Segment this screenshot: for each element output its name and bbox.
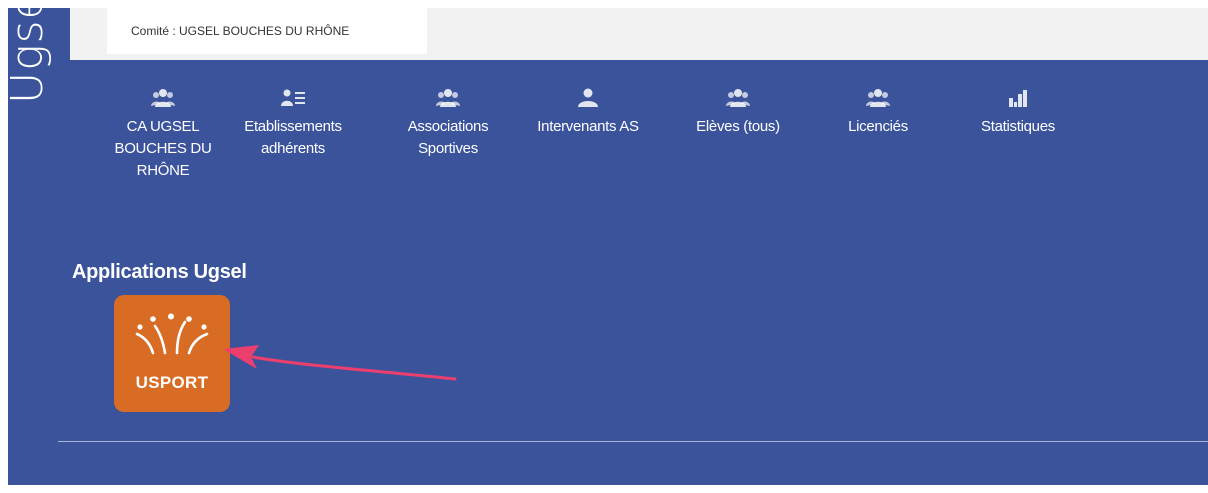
applications-title: Applications Ugsel <box>72 261 247 283</box>
group-icon <box>726 89 750 107</box>
usport-logo-icon <box>135 313 209 355</box>
nav-label-line: Elèves (tous) <box>696 118 780 135</box>
nav-label-line: Intervenants AS <box>537 118 639 135</box>
user-icon <box>578 88 598 107</box>
usport-app-label: USPORT <box>135 373 209 392</box>
main-nav: CA UGSEL BOUCHES DU RHÔNE Etablissements… <box>8 88 1208 218</box>
committee-label: Comité : UGSEL BOUCHES DU RHÔNE <box>107 8 427 54</box>
usport-app-tile[interactable]: USPORT <box>114 295 230 412</box>
group-icon <box>436 89 460 107</box>
nav-label-line: Etablissements <box>244 118 342 135</box>
bar-chart-icon <box>1009 90 1027 107</box>
nav-item-intervenants[interactable]: Intervenants AS <box>518 88 658 138</box>
nav-label-line: BOUCHES DU <box>114 140 212 157</box>
nav-label-line: Licenciés <box>848 118 908 135</box>
section-divider <box>58 441 1208 442</box>
nav-item-licencies[interactable]: Licenciés <box>818 88 938 138</box>
nav-item-statistiques[interactable]: Statistiques <box>953 88 1083 138</box>
nav-label-line: Associations <box>407 118 489 135</box>
group-list-icon <box>281 89 305 106</box>
nav-label-line: Statistiques <box>981 118 1055 135</box>
group-icon <box>866 89 890 107</box>
nav-item-ca-ugsel[interactable]: CA UGSEL BOUCHES DU RHÔNE <box>103 88 223 182</box>
group-icon <box>151 89 175 107</box>
nav-label-line: RHÔNE <box>136 162 190 179</box>
top-bar: Comité : UGSEL BOUCHES DU RHÔNE <box>70 8 1208 60</box>
annotation-arrow-icon <box>223 345 457 381</box>
nav-item-eleves[interactable]: Elèves (tous) <box>673 88 803 138</box>
nav-item-associations[interactable]: Associations Sportives <box>383 88 513 160</box>
nav-label-line: adhérents <box>260 140 326 157</box>
nav-label-line: Sportives <box>418 140 478 157</box>
nav-label-line: CA UGSEL <box>126 118 200 135</box>
nav-item-etablissements[interactable]: Etablissements adhérents <box>228 88 358 160</box>
app-frame: Ugse Comité : UGSEL BOUCHES DU RHÔNE CA … <box>8 8 1208 485</box>
